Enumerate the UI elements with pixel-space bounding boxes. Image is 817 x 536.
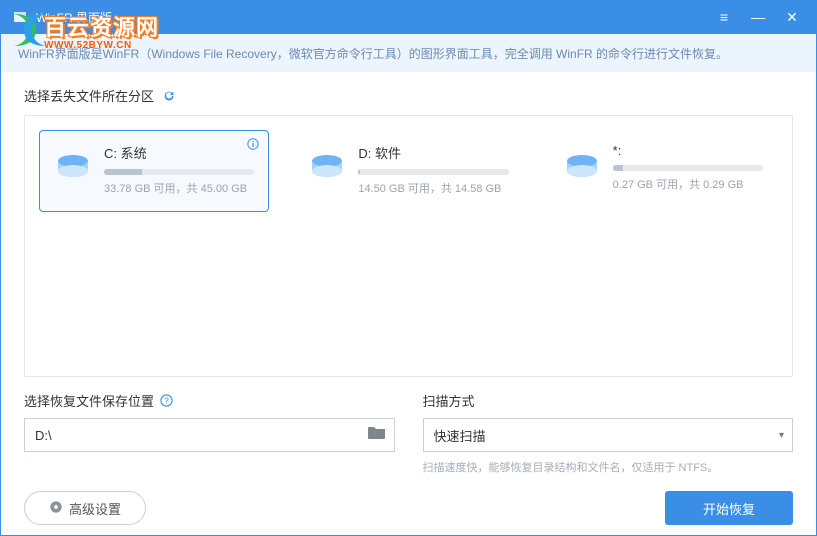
browse-folder-icon[interactable] (368, 425, 386, 445)
refresh-icon[interactable] (162, 89, 176, 103)
save-location-label: 选择恢复文件保存位置 ? (24, 391, 395, 410)
drive-card[interactable]: C: 系统 33.78 GB 可用，共 45.00 GB (39, 130, 269, 212)
drive-section-label: 选择丢失文件所在分区 (24, 86, 793, 105)
disk-icon (563, 149, 601, 187)
gear-icon (49, 500, 63, 517)
scan-mode-label: 扫描方式 (423, 391, 794, 410)
drive-name: *: (613, 143, 763, 158)
drive-stat: 0.27 GB 可用，共 0.29 GB (613, 176, 763, 192)
info-banner: WinFR界面版是WinFR（Windows File Recovery，微软官… (0, 34, 817, 72)
drive-card[interactable]: *: 0.27 GB 可用，共 0.29 GB (548, 130, 778, 212)
save-location-input[interactable] (35, 428, 368, 443)
app-icon (12, 9, 28, 25)
drive-name: D: 软件 (358, 143, 508, 162)
drive-name: C: 系统 (104, 143, 254, 162)
disk-icon (54, 149, 92, 187)
titlebar: WinFR 界面版 ≡ — ✕ (0, 0, 817, 34)
chevron-down-icon: ▾ (779, 430, 784, 441)
drive-list: C: 系统 33.78 GB 可用，共 45.00 GB D: 软件 14.50… (24, 115, 793, 377)
info-icon[interactable] (246, 137, 260, 151)
advanced-settings-button[interactable]: 高级设置 (24, 491, 146, 525)
app-title: WinFR 界面版 (36, 9, 112, 26)
drive-card[interactable]: D: 软件 14.50 GB 可用，共 14.58 GB (293, 130, 523, 212)
menu-button[interactable]: ≡ (707, 0, 741, 34)
disk-icon (308, 149, 346, 187)
help-icon[interactable]: ? (160, 394, 173, 407)
banner-text: WinFR界面版是WinFR（Windows File Recovery，微软官… (18, 45, 728, 62)
minimize-button[interactable]: — (741, 0, 775, 34)
usage-bar (613, 165, 763, 171)
drive-stat: 33.78 GB 可用，共 45.00 GB (104, 180, 254, 196)
scan-mode-select[interactable]: 快速扫描 ▾ (423, 418, 794, 452)
drive-stat: 14.50 GB 可用，共 14.58 GB (358, 180, 508, 196)
usage-bar (104, 169, 254, 175)
svg-text:?: ? (164, 395, 169, 405)
usage-bar (358, 169, 508, 175)
start-recovery-button[interactable]: 开始恢复 (665, 491, 793, 525)
close-button[interactable]: ✕ (775, 0, 809, 34)
scan-mode-hint: 扫描速度快，能够恢复目录结构和文件名，仅适用于 NTFS。 (423, 459, 794, 475)
scan-mode-value: 快速扫描 (434, 426, 779, 445)
save-location-input-group (24, 418, 395, 452)
